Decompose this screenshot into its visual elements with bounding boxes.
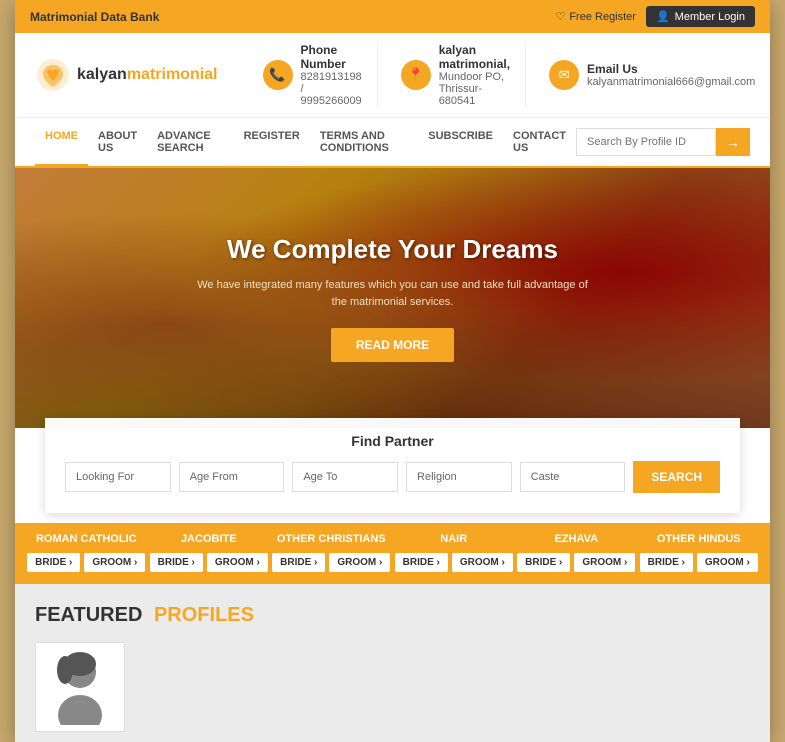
location-icon: 📍 bbox=[401, 60, 431, 90]
nav-about[interactable]: ABOUT US bbox=[88, 118, 147, 166]
other-christians-btns: BRIDE › GROOM › bbox=[270, 553, 393, 572]
category-jacobite: JACOBITE bbox=[148, 533, 271, 545]
nav-bar: HOME ABOUT US ADVANCE SEARCH REGISTER TE… bbox=[15, 118, 770, 168]
email-icon: ✉ bbox=[549, 60, 579, 90]
other-hindus-btns: BRIDE › GROOM › bbox=[638, 553, 761, 572]
other-christians-bride-btn[interactable]: BRIDE › bbox=[272, 553, 325, 572]
header-contact: 📞 Phone Number 8281913198 / 9995266009 📍… bbox=[248, 43, 771, 107]
search-button[interactable]: SEARCH bbox=[633, 461, 720, 493]
roman-catholic-bride-btn[interactable]: BRIDE › bbox=[27, 553, 80, 572]
free-register-link[interactable]: ♡ Free Register bbox=[555, 10, 636, 23]
hero-section: We Complete Your Dreams We have integrat… bbox=[15, 168, 770, 428]
read-more-button[interactable]: READ MORE bbox=[331, 328, 454, 362]
category-nair: NAIR bbox=[393, 533, 516, 545]
age-to-select[interactable]: Age To bbox=[292, 462, 398, 492]
address-info: kalyan matrimonial, Mundoor PO, Thrissur… bbox=[439, 43, 510, 107]
member-login-button[interactable]: 👤 Member Login bbox=[646, 6, 755, 27]
ezhava-btns: BRIDE › GROOM › bbox=[515, 553, 638, 572]
age-from-select[interactable]: Age From bbox=[179, 462, 285, 492]
hero-content: We Complete Your Dreams We have integrat… bbox=[193, 234, 593, 362]
logo-icon bbox=[35, 57, 71, 93]
other-christians-groom-btn[interactable]: GROOM › bbox=[329, 553, 390, 572]
caste-select[interactable]: Caste bbox=[520, 462, 626, 492]
phone-info: Phone Number 8281913198 / 9995266009 bbox=[301, 43, 362, 107]
nair-groom-btn[interactable]: GROOM › bbox=[452, 553, 513, 572]
hero-title: We Complete Your Dreams bbox=[193, 234, 593, 265]
roman-catholic-btns: BRIDE › GROOM › bbox=[25, 553, 148, 572]
roman-catholic-groom-btn[interactable]: GROOM › bbox=[84, 553, 145, 572]
category-ezhava: EZHAVA bbox=[515, 533, 638, 545]
logo[interactable]: kalyanmatrimonial bbox=[35, 57, 218, 93]
ezhava-groom-btn[interactable]: GROOM › bbox=[574, 553, 635, 572]
nav-search: → bbox=[576, 128, 750, 156]
jacobite-bride-btn[interactable]: BRIDE › bbox=[150, 553, 203, 572]
top-bar-right: ♡ Free Register 👤 Member Login bbox=[555, 6, 755, 27]
jacobite-btns: BRIDE › GROOM › bbox=[148, 553, 271, 572]
category-bar: ROMAN CATHOLIC JACOBITE OTHER CHRISTIANS… bbox=[15, 523, 770, 584]
search-fields-row: Looking For Age From Age To Religion Cas… bbox=[65, 461, 720, 493]
site-title: Matrimonial Data Bank bbox=[30, 10, 159, 24]
logo-text: kalyanmatrimonial bbox=[77, 66, 218, 84]
category-buttons-row: BRIDE › GROOM › BRIDE › GROOM › BRIDE › … bbox=[25, 553, 760, 572]
find-partner-box: Find Partner Looking For Age From Age To… bbox=[45, 418, 740, 513]
category-roman-catholic: ROMAN CATHOLIC bbox=[25, 533, 148, 545]
nav-subscribe[interactable]: SUBSCRIBE bbox=[418, 118, 503, 166]
find-partner-title: Find Partner bbox=[65, 433, 720, 449]
looking-for-select[interactable]: Looking For bbox=[65, 462, 171, 492]
email-contact: ✉ Email Us kalyanmatrimonial666@gmail.co… bbox=[534, 60, 770, 90]
nav-advance-search[interactable]: ADVANCE SEARCH bbox=[147, 118, 233, 166]
header: kalyanmatrimonial 📞 Phone Number 8281913… bbox=[15, 33, 770, 118]
featured-section: FEATURED PROFILES bbox=[15, 584, 770, 742]
other-hindus-bride-btn[interactable]: BRIDE › bbox=[640, 553, 693, 572]
profile-search-button[interactable]: → bbox=[716, 128, 750, 156]
heart-icon: ♡ bbox=[555, 10, 565, 23]
featured-heading: FEATURED PROFILES bbox=[35, 604, 750, 627]
profile-silhouette bbox=[45, 650, 115, 725]
profile-search-input[interactable] bbox=[576, 128, 716, 156]
other-hindus-groom-btn[interactable]: GROOM › bbox=[697, 553, 758, 572]
nav-contact[interactable]: CONTACT US bbox=[503, 118, 576, 166]
nair-bride-btn[interactable]: BRIDE › bbox=[395, 553, 448, 572]
browser-frame: Matrimonial Data Bank ♡ Free Register 👤 … bbox=[15, 0, 770, 742]
ezhava-bride-btn[interactable]: BRIDE › bbox=[517, 553, 570, 572]
email-info: Email Us kalyanmatrimonial666@gmail.com bbox=[587, 62, 755, 88]
nav-home[interactable]: HOME bbox=[35, 118, 88, 166]
nair-btns: BRIDE › GROOM › bbox=[393, 553, 516, 572]
phone-contact: 📞 Phone Number 8281913198 / 9995266009 bbox=[248, 43, 378, 107]
phone-icon: 📞 bbox=[263, 60, 293, 90]
user-icon: 👤 bbox=[656, 10, 670, 23]
category-names-row: ROMAN CATHOLIC JACOBITE OTHER CHRISTIANS… bbox=[25, 533, 760, 545]
nav-links: HOME ABOUT US ADVANCE SEARCH REGISTER TE… bbox=[35, 118, 576, 166]
category-other-hindus: OTHER HINDUS bbox=[638, 533, 761, 545]
featured-profile-card[interactable] bbox=[35, 642, 125, 732]
nav-terms[interactable]: TERMS AND CONDITIONS bbox=[310, 118, 418, 166]
category-other-christians: OTHER CHRISTIANS bbox=[270, 533, 393, 545]
hero-description: We have integrated many features which y… bbox=[193, 277, 593, 310]
address-contact: 📍 kalyan matrimonial, Mundoor PO, Thriss… bbox=[386, 43, 526, 107]
featured-profiles-list bbox=[35, 642, 750, 732]
religion-select[interactable]: Religion bbox=[406, 462, 512, 492]
top-bar: Matrimonial Data Bank ♡ Free Register 👤 … bbox=[15, 0, 770, 33]
jacobite-groom-btn[interactable]: GROOM › bbox=[207, 553, 268, 572]
nav-register[interactable]: REGISTER bbox=[234, 118, 310, 166]
